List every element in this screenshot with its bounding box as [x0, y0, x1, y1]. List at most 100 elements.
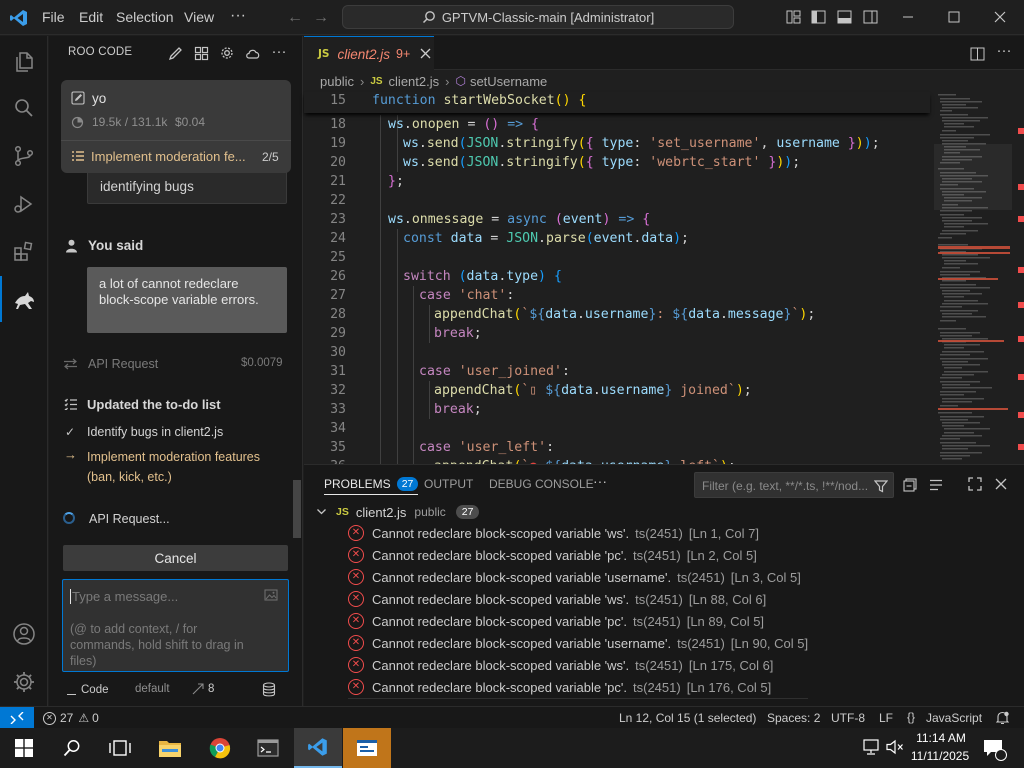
split-editor-icon[interactable]	[969, 46, 985, 62]
problem-row[interactable]: ✕ Cannot redeclare block-scoped variable…	[348, 676, 771, 698]
accounts-icon[interactable]	[10, 620, 38, 648]
problem-row[interactable]: ✕ Cannot redeclare block-scoped variable…	[348, 610, 764, 632]
todo-list-icon	[70, 148, 86, 164]
run-debug-icon[interactable]	[10, 190, 38, 218]
line-number: 28	[330, 307, 346, 322]
status-eol[interactable]: LF	[879, 711, 893, 725]
profile-selector[interactable]: default	[135, 683, 170, 695]
chat-input[interactable]: Type a message... (@ to add context, / f…	[62, 579, 289, 672]
api-request-2-label[interactable]: API Request...	[89, 512, 170, 526]
back-arrow-icon[interactable]: ←	[286, 9, 304, 27]
menu-selection[interactable]: Selection	[116, 9, 174, 25]
terminal-icon[interactable]	[244, 728, 292, 768]
file-explorer-icon[interactable]	[146, 728, 194, 768]
settings-gear-icon[interactable]	[218, 44, 236, 62]
menu-edit[interactable]: Edit	[79, 9, 103, 25]
maximize-panel-icon[interactable]	[967, 476, 983, 492]
panel-tab-debug-console[interactable]: DEBUG CONSOLE	[489, 477, 594, 491]
taskbar-date[interactable]: 11/11/2025	[905, 749, 975, 763]
roo-code-icon[interactable]	[10, 286, 38, 314]
notifications-bell-icon[interactable]	[994, 710, 1010, 726]
problems-file-group[interactable]: JS client2.js public 27	[316, 503, 480, 521]
code-area[interactable]: 18 19 20 21 22 23 24 25 26 27 28 29 30 3…	[304, 115, 932, 464]
extensions-icon[interactable]	[10, 238, 38, 266]
problem-row[interactable]: ✕ Cannot redeclare block-scoped variable…	[348, 654, 773, 676]
problem-row[interactable]: ✕ Cannot redeclare block-scoped variable…	[348, 566, 801, 588]
marketplace-icon[interactable]	[192, 44, 210, 62]
taskbar-search-icon[interactable]	[48, 728, 96, 768]
status-cursor-position[interactable]: Ln 12, Col 15 (1 selected)	[619, 711, 756, 725]
close-window-icon[interactable]	[992, 9, 1008, 25]
breadcrumb-file[interactable]: client2.js	[389, 74, 440, 89]
breadcrumb-folder[interactable]: public	[320, 74, 354, 89]
command-center[interactable]: GPTVM-Classic-main [Administrator]	[342, 5, 734, 29]
sticky-scroll-line[interactable]: 15 function startWebSocket() {	[304, 92, 930, 113]
minimap[interactable]	[934, 92, 1012, 464]
toggle-panel-icon[interactable]	[836, 9, 852, 25]
network-icon[interactable]	[862, 738, 880, 756]
api-request-1-label[interactable]: API Request	[88, 357, 158, 371]
problem-row[interactable]: ✕ Cannot redeclare block-scoped variable…	[348, 632, 808, 654]
editor-more-icon[interactable]: ···	[996, 42, 1012, 59]
todo-current[interactable]: Implement moderation fe...	[91, 149, 246, 164]
breadcrumb-symbol[interactable]: setUsername	[470, 74, 547, 89]
status-language[interactable]: JavaScript	[926, 711, 982, 725]
chrome-icon[interactable]	[196, 728, 244, 768]
problem-row[interactable]: ✕ Cannot redeclare block-scoped variable…	[348, 588, 766, 610]
editor-tab-client2[interactable]: JS client2.js 9+	[304, 36, 434, 71]
auto-approve-icon[interactable]	[191, 682, 205, 696]
vscode-taskbar-icon[interactable]	[294, 728, 342, 768]
collapse-all-icon[interactable]	[902, 477, 918, 493]
toggle-primary-sidebar-icon[interactable]	[810, 9, 826, 25]
chevron-down-icon	[316, 506, 328, 518]
minimize-icon[interactable]	[900, 9, 916, 25]
maximize-icon[interactable]	[946, 9, 962, 25]
cloud-icon[interactable]	[244, 44, 262, 62]
problems-status[interactable]: ✕ 27 ⚠ 0	[43, 711, 99, 725]
problem-row[interactable]: ✕ Cannot redeclare block-scoped variable…	[348, 522, 759, 544]
panel-more-icon[interactable]: ···	[592, 473, 608, 489]
cancel-button[interactable]: Cancel	[63, 545, 288, 571]
mode-selector[interactable]: Code	[67, 682, 109, 698]
status-encoding[interactable]: UTF-8	[831, 711, 865, 725]
mode-underline-icon	[67, 693, 76, 695]
search-view-icon[interactable]	[10, 94, 38, 122]
forward-arrow-icon[interactable]: →	[312, 9, 330, 27]
volume-muted-icon[interactable]	[886, 738, 904, 756]
task-view-icon[interactable]	[96, 728, 144, 768]
new-task-pencil-icon[interactable]	[166, 44, 184, 62]
toggle-secondary-sidebar-icon[interactable]	[862, 9, 878, 25]
todo-in-progress-arrow-icon: →	[64, 447, 77, 462]
code-line-26: switch (data.type) {	[403, 269, 562, 284]
panel-tab-output[interactable]: OUTPUT	[424, 477, 473, 491]
status-indentation[interactable]: Spaces: 2	[767, 711, 820, 725]
menu-file[interactable]: File	[42, 9, 65, 25]
active-indicator	[0, 276, 2, 322]
tab-close-icon[interactable]	[420, 48, 432, 60]
source-control-icon[interactable]	[10, 142, 38, 170]
app-window-taskbar-icon[interactable]	[343, 728, 391, 768]
customize-layout-icon[interactable]	[785, 9, 801, 25]
manage-gear-icon[interactable]	[10, 668, 38, 696]
taskbar-time[interactable]: 11:14 AM	[911, 731, 971, 745]
filter-funnel-icon[interactable]	[873, 478, 889, 494]
problem-row[interactable]: ✕ Cannot redeclare block-scoped variable…	[348, 544, 757, 566]
menu-view[interactable]: View	[184, 9, 214, 25]
windows-start-icon[interactable]	[0, 728, 48, 768]
task-header-card[interactable]: yo 19.5k / 131.1k $0.04 Implement modera…	[61, 80, 291, 173]
panel-tab-problems[interactable]: PROBLEMS 27	[324, 473, 419, 495]
close-panel-icon[interactable]	[993, 476, 1009, 492]
problems-filter-input[interactable]: Filter (e.g. text, **/*.ts, !**/nod...	[694, 472, 894, 498]
code-line-23: ws.onmessage = async (event) => {	[388, 212, 651, 227]
task-edit-icon	[70, 90, 86, 106]
add-image-icon[interactable]	[263, 587, 279, 603]
problem-location: [Ln 90, Col 5]	[730, 635, 809, 651]
sidebar-scrollbar[interactable]	[293, 480, 301, 538]
view-as-list-icon[interactable]	[928, 477, 944, 493]
remote-indicator[interactable]	[0, 707, 34, 729]
menu-more[interactable]: ···	[230, 7, 246, 25]
indent-guide	[429, 305, 430, 343]
database-icon[interactable]	[261, 681, 277, 697]
more-actions-icon[interactable]: ···	[270, 42, 288, 60]
explorer-icon[interactable]	[10, 48, 38, 76]
